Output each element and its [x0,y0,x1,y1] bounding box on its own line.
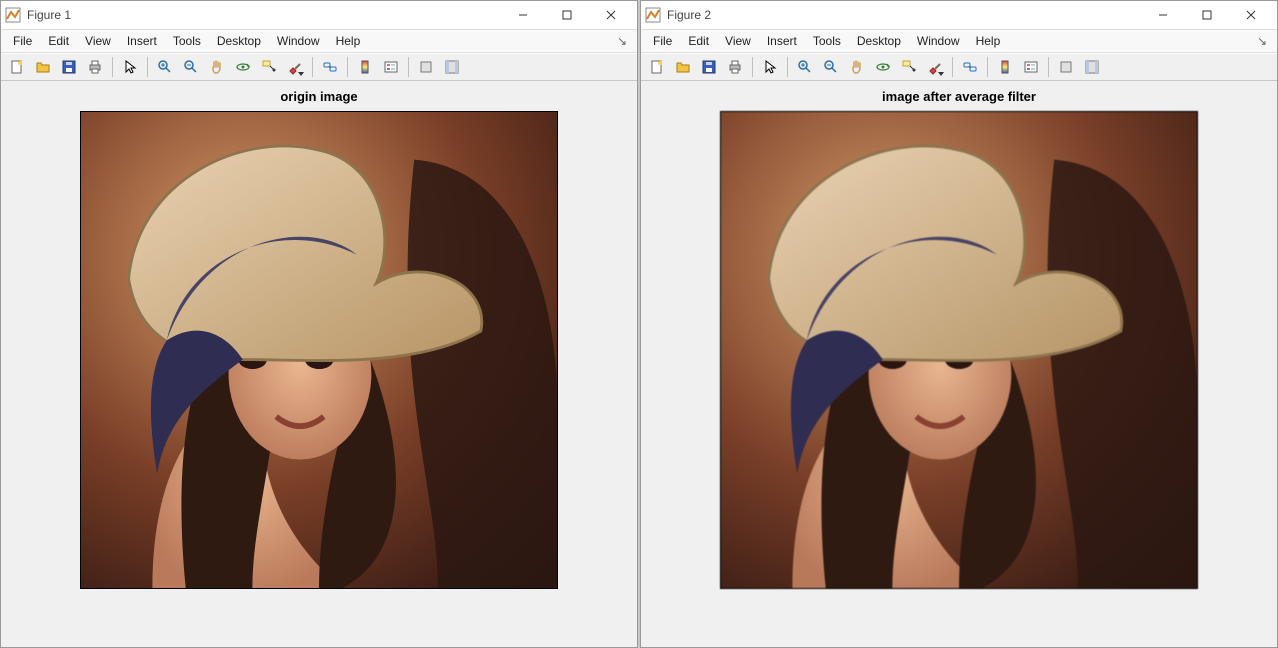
rotate-3d-icon[interactable] [871,55,895,79]
toolbar-separator [752,57,753,77]
toolbar [641,53,1277,81]
toolbar-separator [952,57,953,77]
placeholder-image-icon [721,112,1197,588]
toolbar-separator [112,57,113,77]
maximize-button[interactable] [545,1,589,29]
menu-tools[interactable]: Tools [805,32,849,50]
menu-view[interactable]: View [717,32,759,50]
save-icon[interactable] [57,55,81,79]
maximize-button[interactable] [1185,1,1229,29]
minimize-button[interactable] [1141,1,1185,29]
close-button[interactable] [589,1,633,29]
new-figure-icon[interactable] [5,55,29,79]
save-icon[interactable] [697,55,721,79]
show-plot-tools-icon[interactable] [440,55,464,79]
figure-canvas[interactable]: image after average filter [641,81,1277,647]
window-title: Figure 2 [667,8,1141,22]
menu-help[interactable]: Help [328,32,369,50]
pan-icon[interactable] [845,55,869,79]
menu-insert[interactable]: Insert [119,32,165,50]
toolbar-separator [987,57,988,77]
menu-file[interactable]: File [645,32,680,50]
link-plot-icon[interactable] [958,55,982,79]
link-plot-icon[interactable] [318,55,342,79]
hide-plot-tools-icon[interactable] [414,55,438,79]
open-file-icon[interactable] [671,55,695,79]
menu-insert[interactable]: Insert [759,32,805,50]
zoom-in-icon[interactable] [793,55,817,79]
menu-window[interactable]: Window [909,32,968,50]
minimize-button[interactable] [501,1,545,29]
zoom-in-icon[interactable] [153,55,177,79]
toolbar-separator [347,57,348,77]
toolbar [1,53,637,81]
open-file-icon[interactable] [31,55,55,79]
pan-icon[interactable] [205,55,229,79]
hide-plot-tools-icon[interactable] [1054,55,1078,79]
chevron-down-icon [298,72,304,76]
toolbar-separator [312,57,313,77]
window-controls [501,1,633,29]
titlebar[interactable]: Figure 2 [641,1,1277,30]
placeholder-image-icon [81,112,557,588]
menu-file[interactable]: File [5,32,40,50]
print-icon[interactable] [723,55,747,79]
legend-icon[interactable] [379,55,403,79]
menu-view[interactable]: View [77,32,119,50]
show-plot-tools-icon[interactable] [1080,55,1104,79]
toolbar-separator [787,57,788,77]
menu-help[interactable]: Help [968,32,1009,50]
new-figure-icon[interactable] [645,55,669,79]
colorbar-icon[interactable] [353,55,377,79]
legend-icon[interactable] [1019,55,1043,79]
zoom-out-icon[interactable] [819,55,843,79]
titlebar[interactable]: Figure 1 [1,1,637,30]
data-cursor-icon[interactable] [257,55,281,79]
data-cursor-icon[interactable] [897,55,921,79]
image-axes[interactable] [720,111,1198,589]
brush-icon[interactable] [283,55,307,79]
dock-marker-icon[interactable]: ↘ [617,34,633,48]
app-icon [645,7,661,23]
pointer-icon[interactable] [758,55,782,79]
toolbar-separator [1048,57,1049,77]
window-controls [1141,1,1273,29]
desktop: Figure 1 File Edit View Insert Tools Des… [0,0,1278,648]
figure-2-window: Figure 2 File Edit View Insert Tools Des… [640,0,1278,648]
rotate-3d-icon[interactable] [231,55,255,79]
print-icon[interactable] [83,55,107,79]
brush-icon[interactable] [923,55,947,79]
toolbar-separator [408,57,409,77]
close-button[interactable] [1229,1,1273,29]
plot-title: origin image [1,89,637,104]
plot-title: image after average filter [641,89,1277,104]
menu-edit[interactable]: Edit [680,32,717,50]
figure-canvas[interactable]: origin image [1,81,637,647]
pointer-icon[interactable] [118,55,142,79]
menubar: File Edit View Insert Tools Desktop Wind… [1,30,637,53]
menu-window[interactable]: Window [269,32,328,50]
menubar: File Edit View Insert Tools Desktop Wind… [641,30,1277,53]
window-title: Figure 1 [27,8,501,22]
dock-marker-icon[interactable]: ↘ [1257,34,1273,48]
menu-tools[interactable]: Tools [165,32,209,50]
image-axes[interactable] [80,111,558,589]
app-icon [5,7,21,23]
chevron-down-icon [938,72,944,76]
menu-desktop[interactable]: Desktop [209,32,269,50]
menu-desktop[interactable]: Desktop [849,32,909,50]
toolbar-separator [147,57,148,77]
colorbar-icon[interactable] [993,55,1017,79]
zoom-out-icon[interactable] [179,55,203,79]
figure-1-window: Figure 1 File Edit View Insert Tools Des… [0,0,638,648]
menu-edit[interactable]: Edit [40,32,77,50]
